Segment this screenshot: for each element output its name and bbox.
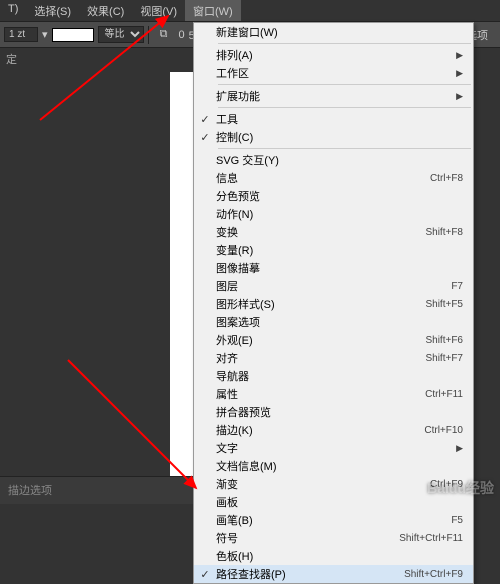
menu-separator [218, 84, 471, 85]
menu-item-label: 工作区 [216, 65, 456, 81]
menu-item-label: 外观(E) [216, 332, 425, 348]
chevron-down-icon[interactable]: ▾ [42, 28, 48, 41]
menu-item-effect[interactable]: 效果(C) [79, 0, 132, 21]
menu-item[interactable]: 导航器 [194, 367, 473, 385]
stroke-weight-input[interactable] [4, 27, 38, 42]
menu-item[interactable]: ✓控制(C) [194, 128, 473, 146]
chain-icon[interactable]: ⧉ [153, 26, 175, 44]
menu-shortcut: Shift+F8 [425, 227, 469, 238]
opt-value: 0 [179, 29, 185, 41]
submenu-arrow-icon: ▶ [456, 443, 469, 454]
menu-item[interactable]: 拼合器预览 [194, 403, 473, 421]
menu-item[interactable]: 色板(H) [194, 547, 473, 565]
menu-item-label: 文字 [216, 440, 456, 456]
menu-item[interactable]: SVG 交互(Y) [194, 151, 473, 169]
menu-item[interactable]: 图案选项 [194, 313, 473, 331]
menu-shortcut: Shift+F7 [425, 353, 469, 364]
menu-item-label: 画笔(B) [216, 512, 451, 528]
menu-item-label: 图形样式(S) [216, 296, 425, 312]
menu-item[interactable]: 新建窗口(W) [194, 23, 473, 41]
menu-item-label: 描边(K) [216, 422, 424, 438]
menu-item[interactable]: 图像描摹 [194, 259, 473, 277]
menu-item-label: 图案选项 [216, 314, 469, 330]
submenu-arrow-icon: ▶ [456, 50, 469, 61]
menu-item[interactable]: 动作(N) [194, 205, 473, 223]
scale-mode-select[interactable]: 等比 [98, 26, 144, 43]
menu-item[interactable]: 工作区▶ [194, 64, 473, 82]
stroke-swatch[interactable] [52, 28, 94, 42]
menu-separator [218, 107, 471, 108]
menu-item-label: 色板(H) [216, 548, 469, 564]
menu-item[interactable]: 文字▶ [194, 439, 473, 457]
check-icon: ✓ [194, 131, 216, 144]
menu-item-window[interactable]: 窗口(W) [185, 0, 241, 21]
menu-item-label: 新建窗口(W) [216, 24, 469, 40]
menu-item-label: 动作(N) [216, 206, 469, 222]
menu-shortcut: Shift+F5 [425, 299, 469, 310]
menu-item-label: 渐变 [216, 476, 430, 492]
menu-item-label: 工具 [216, 111, 469, 127]
menu-item[interactable]: ✓路径查找器(P)Shift+Ctrl+F9 [194, 565, 473, 583]
menu-item-view[interactable]: 视图(V) [132, 0, 185, 21]
menu-item[interactable]: 符号Shift+Ctrl+F11 [194, 529, 473, 547]
menu-shortcut: Shift+Ctrl+F11 [399, 533, 469, 544]
bottom-label: 描边选项 [8, 485, 52, 497]
menu-item[interactable]: 图形样式(S)Shift+F5 [194, 295, 473, 313]
menu-item[interactable]: 图层F7 [194, 277, 473, 295]
menu-item-label: 导航器 [216, 368, 469, 384]
menu-item-label: 控制(C) [216, 129, 469, 145]
menu-item[interactable]: 变换Shift+F8 [194, 223, 473, 241]
menu-shortcut: Ctrl+F11 [425, 389, 469, 400]
watermark: Baidu经验 [427, 478, 494, 498]
check-icon: ✓ [194, 568, 216, 581]
menu-shortcut: F7 [451, 281, 469, 292]
menu-item-label: 图像描摹 [216, 260, 469, 276]
menu-shortcut: Shift+Ctrl+F9 [404, 569, 469, 580]
menu-shortcut: Shift+F6 [425, 335, 469, 346]
tab-label: 定 [6, 54, 17, 66]
menu-item-label: 变换 [216, 224, 425, 240]
menu-item[interactable]: 对齐Shift+F7 [194, 349, 473, 367]
check-icon: ✓ [194, 113, 216, 126]
bottom-panel: 描边选项 [0, 476, 194, 504]
menu-item[interactable]: ✓工具 [194, 110, 473, 128]
menu-shortcut: F5 [451, 515, 469, 526]
menu-separator [218, 148, 471, 149]
menu-item-label: 扩展功能 [216, 88, 456, 104]
menu-item-label: 拼合器预览 [216, 404, 469, 420]
menu-item-label: 路径查找器(P) [216, 566, 404, 582]
menu-item[interactable]: 分色预览 [194, 187, 473, 205]
menu-item-select[interactable]: 选择(S) [26, 0, 79, 21]
menu-item-label: 变量(R) [216, 242, 469, 258]
menu-item[interactable]: 扩展功能▶ [194, 87, 473, 105]
menu-item-label: 对齐 [216, 350, 425, 366]
submenu-arrow-icon: ▶ [456, 68, 469, 79]
menu-item-t[interactable]: T) [0, 0, 26, 21]
menu-shortcut: Ctrl+F10 [424, 425, 469, 436]
menu-item[interactable]: 描边(K)Ctrl+F10 [194, 421, 473, 439]
menu-item[interactable]: 变量(R) [194, 241, 473, 259]
menubar: T) 选择(S) 效果(C) 视图(V) 窗口(W) [0, 0, 500, 22]
menu-item[interactable]: 信息Ctrl+F8 [194, 169, 473, 187]
menu-separator [218, 43, 471, 44]
menu-item-label: 符号 [216, 530, 399, 546]
menu-item-label: 分色预览 [216, 188, 469, 204]
menu-item-label: SVG 交互(Y) [216, 152, 469, 168]
menu-item[interactable]: 画笔(B)F5 [194, 511, 473, 529]
menu-item-label: 信息 [216, 170, 430, 186]
menu-shortcut: Ctrl+F8 [430, 173, 469, 184]
menu-item-label: 文档信息(M) [216, 458, 469, 474]
menu-item[interactable]: 外观(E)Shift+F6 [194, 331, 473, 349]
menu-item[interactable]: 排列(A)▶ [194, 46, 473, 64]
menu-item-label: 属性 [216, 386, 425, 402]
menu-item-label: 排列(A) [216, 47, 456, 63]
menu-item[interactable]: 文档信息(M) [194, 457, 473, 475]
menu-item-label: 图层 [216, 278, 451, 294]
submenu-arrow-icon: ▶ [456, 91, 469, 102]
window-menu-dropdown: 新建窗口(W)排列(A)▶工作区▶扩展功能▶✓工具✓控制(C)SVG 交互(Y)… [193, 22, 474, 584]
menu-item[interactable]: 属性Ctrl+F11 [194, 385, 473, 403]
